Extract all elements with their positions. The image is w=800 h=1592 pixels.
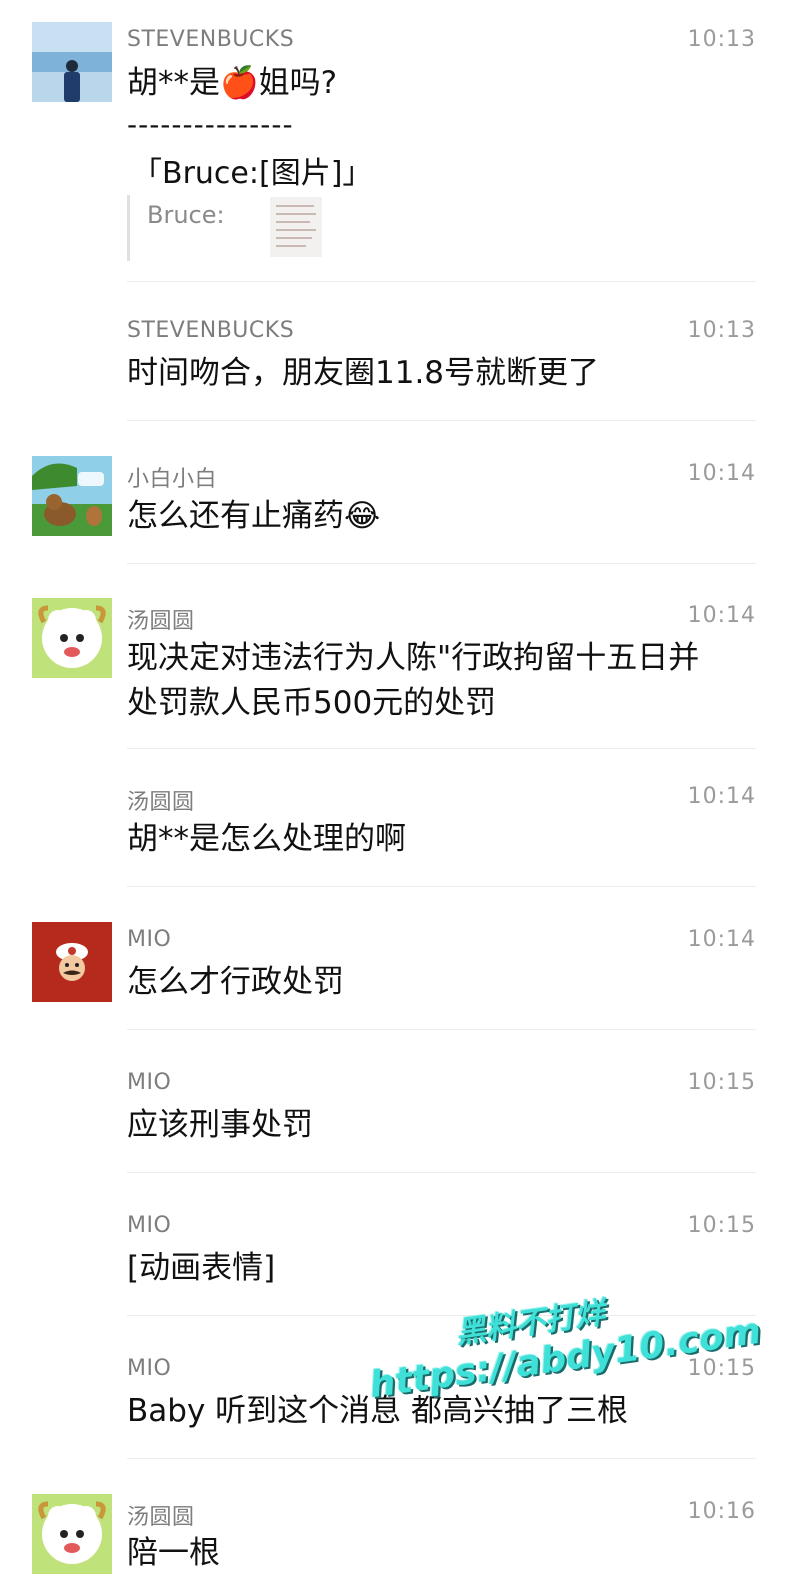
quote-separator: --------------- xyxy=(127,108,294,141)
message-text: 现决定对违法行为人陈"行政拘留十五日并 xyxy=(127,640,700,676)
pleasant-goat-avatar-icon xyxy=(32,1494,112,1574)
message-text: 应该刑事处罚 xyxy=(127,1107,313,1143)
sender-name: MIO xyxy=(127,1213,172,1238)
avatar-tangyuan[interactable] xyxy=(32,598,112,678)
sender-name: MIO xyxy=(127,1356,172,1381)
quoted-image-preview[interactable]: Bruce: xyxy=(127,195,350,261)
message-time: 10:14 xyxy=(687,784,756,809)
sender-name: MIO xyxy=(127,1070,172,1095)
sender-name: 汤圆圆 xyxy=(127,609,195,634)
avatar-xiaobai[interactable] xyxy=(32,456,112,536)
message-time: 10:13 xyxy=(687,27,756,52)
pleasant-goat-avatar-icon xyxy=(32,598,112,678)
message-text: 处罚款人民币500元的处罚 xyxy=(127,685,497,721)
sender-name: MIO xyxy=(127,927,172,952)
mario-avatar-icon xyxy=(32,922,112,1002)
divider xyxy=(127,1458,756,1459)
divider xyxy=(127,1029,756,1030)
message-time: 10:14 xyxy=(687,461,756,486)
avatar-stevenbucks[interactable] xyxy=(32,22,112,102)
message-time: 10:15 xyxy=(687,1213,756,1238)
sender-name: 汤圆圆 xyxy=(127,790,195,815)
divider xyxy=(127,420,756,421)
message-time: 10:16 xyxy=(687,1499,756,1524)
cartoon-bear-avatar-icon xyxy=(32,456,112,536)
quote-author: Bruce: xyxy=(147,201,225,229)
message-text: 陪一根 xyxy=(127,1535,220,1571)
message-text: 胡**是怎么处理的啊 xyxy=(127,821,406,857)
sender-name: STEVENBUCKS xyxy=(127,27,295,52)
sender-name: 小白小白 xyxy=(127,467,218,492)
quote-reference[interactable]: 「Bruce:[图片]」 xyxy=(132,148,372,192)
avatar-tangyuan[interactable] xyxy=(32,1494,112,1574)
divider xyxy=(127,748,756,749)
message-time: 10:13 xyxy=(687,318,756,343)
message-text: 时间吻合，朋友圈11.8号就断更了 xyxy=(127,355,600,391)
person-beach-avatar-icon xyxy=(32,22,112,102)
message-text: [动画表情] xyxy=(127,1250,276,1286)
divider xyxy=(127,886,756,887)
message-text: 怎么还有止痛药😂 xyxy=(127,498,381,534)
document-thumbnail-icon[interactable] xyxy=(270,197,322,257)
message-text: 怎么才行政处罚 xyxy=(127,964,344,1000)
message-time: 10:15 xyxy=(687,1070,756,1095)
sender-name: 汤圆圆 xyxy=(127,1505,195,1530)
avatar-mio[interactable] xyxy=(32,922,112,1002)
divider xyxy=(127,1172,756,1173)
message-time: 10:14 xyxy=(687,927,756,952)
message-time: 10:14 xyxy=(687,603,756,628)
message-text: 胡**是🍎姐吗? xyxy=(127,65,338,101)
sender-name: STEVENBUCKS xyxy=(127,318,295,343)
divider xyxy=(127,281,756,282)
divider xyxy=(127,1315,756,1316)
divider xyxy=(127,563,756,564)
